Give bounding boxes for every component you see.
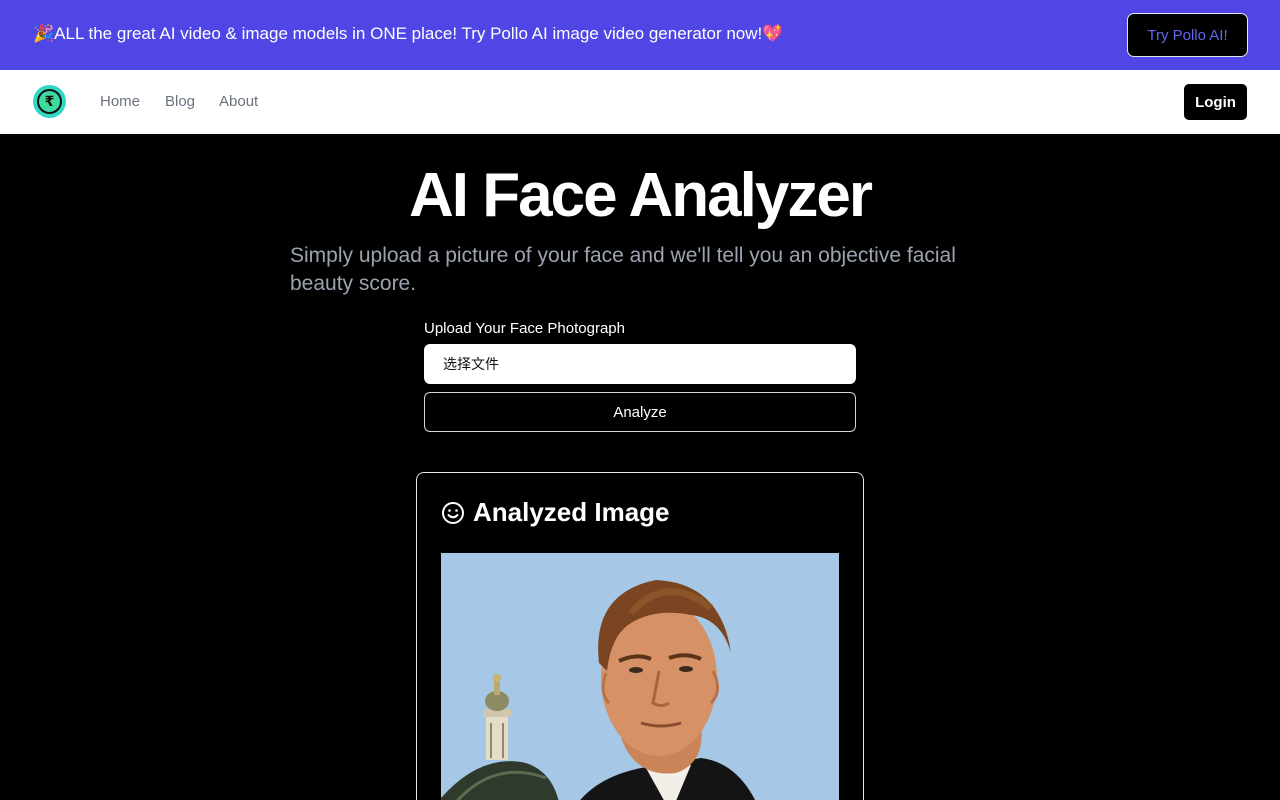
try-pollo-button[interactable]: Try Pollo AI! (1127, 13, 1248, 57)
smile-icon (442, 501, 464, 524)
nav-link-blog[interactable]: Blog (165, 93, 195, 110)
analyzed-photo (441, 553, 839, 800)
file-input[interactable]: 选择文件 (424, 344, 856, 384)
result-card-header: Analyzed Image (441, 497, 670, 528)
result-card-title: Analyzed Image (473, 497, 670, 527)
site-logo[interactable]: ₹ (33, 85, 66, 118)
choose-file-label: 选择文件 (443, 356, 499, 372)
login-button[interactable]: Login (1184, 84, 1247, 120)
analyze-button[interactable]: Analyze (424, 392, 856, 432)
promo-banner: 🎉ALL the great AI video & image models i… (0, 0, 1280, 70)
nav-link-home[interactable]: Home (100, 93, 140, 110)
page-subtitle: Simply upload a picture of your face and… (290, 244, 956, 295)
promo-text: 🎉ALL the great AI video & image models i… (33, 24, 784, 43)
upload-label: Upload Your Face Photograph (424, 320, 625, 337)
logo-glyph: ₹ (37, 89, 62, 114)
nav-link-about[interactable]: About (219, 93, 258, 110)
analyzed-photo-illustration (441, 553, 839, 800)
page-title: AI Face Analyzer (409, 161, 873, 230)
